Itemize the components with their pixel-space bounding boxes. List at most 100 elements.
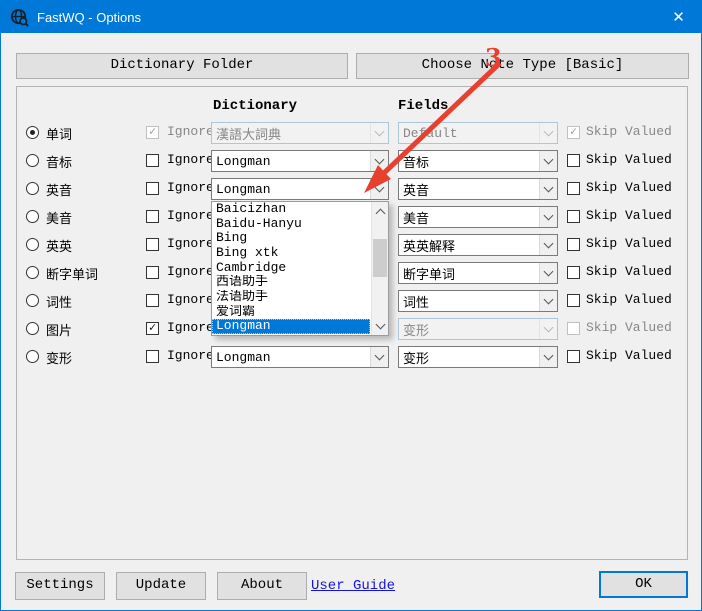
field-combobox[interactable]: 断字单词 <box>398 262 558 284</box>
dropdown-item[interactable]: 西语助手 <box>212 275 370 290</box>
scroll-up-icon[interactable] <box>372 203 388 219</box>
skip-valued-checkbox[interactable] <box>567 238 580 251</box>
skip-valued-checkbox <box>567 322 580 335</box>
window-title: FastWQ - Options <box>37 10 656 25</box>
scrollbar-thumb[interactable] <box>373 239 387 277</box>
dictionary-column-header: Dictionary <box>213 98 297 114</box>
ignore-checkbox[interactable] <box>146 210 159 223</box>
field-combobox[interactable]: 美音 <box>398 206 558 228</box>
dropdown-item-selected[interactable]: Longman <box>212 319 370 334</box>
skip-valued-checkbox[interactable] <box>567 350 580 363</box>
chevron-down-icon <box>370 179 388 199</box>
combo-value: 变形 <box>399 348 539 367</box>
radio-us-audio[interactable] <box>26 210 39 223</box>
field-combobox: 变形 <box>398 318 558 340</box>
skip-valued-label: Skip Valued <box>586 320 672 335</box>
row-label: 英音 <box>46 180 72 199</box>
chevron-down-icon <box>539 207 557 227</box>
skip-valued-checkbox[interactable] <box>567 154 580 167</box>
ignore-checkbox[interactable] <box>146 266 159 279</box>
about-button[interactable]: About <box>217 572 307 600</box>
ignore-label: Ignore <box>167 348 214 363</box>
choose-note-type-button[interactable]: Choose Note Type [Basic] <box>356 53 689 79</box>
field-combobox[interactable]: 英音 <box>398 178 558 200</box>
dropdown-item[interactable]: 法语助手 <box>212 290 370 305</box>
dictionary-combobox[interactable]: Longman <box>211 346 389 368</box>
ignore-label: Ignore <box>167 292 214 307</box>
chevron-down-icon <box>370 151 388 171</box>
chevron-down-icon <box>539 123 557 143</box>
row-label: 美音 <box>46 208 72 227</box>
combo-value: 断字单词 <box>399 264 539 283</box>
chevron-down-icon <box>370 347 388 367</box>
ok-button[interactable]: OK <box>599 571 688 598</box>
title-bar: FastWQ - Options ✕ <box>1 1 701 33</box>
combo-value: 音标 <box>399 152 539 171</box>
radio-image[interactable] <box>26 322 39 335</box>
chevron-down-icon <box>539 347 557 367</box>
radio-en-en[interactable] <box>26 238 39 251</box>
skip-valued-label: Skip Valued <box>586 152 672 167</box>
radio-inflection[interactable] <box>26 350 39 363</box>
skip-valued-checkbox[interactable] <box>567 210 580 223</box>
field-combobox: Default <box>398 122 558 144</box>
scroll-down-icon[interactable] <box>372 318 388 334</box>
chevron-down-icon <box>539 151 557 171</box>
chevron-down-icon <box>539 235 557 255</box>
skip-valued-checkbox[interactable] <box>567 294 580 307</box>
ignore-checkbox[interactable]: ✓ <box>146 322 159 335</box>
ignore-checkbox[interactable] <box>146 182 159 195</box>
radio-word[interactable] <box>26 126 39 139</box>
dropdown-item[interactable]: Bing xtk <box>212 246 370 261</box>
dropdown-item[interactable]: Cambridge <box>212 261 370 276</box>
options-dialog: FastWQ - Options ✕ Dictionary Folder Cho… <box>0 0 702 611</box>
combo-value: Default <box>399 126 539 141</box>
dictionary-combobox-open[interactable]: Longman <box>211 178 389 200</box>
ignore-checkbox[interactable] <box>146 238 159 251</box>
combo-value: 英英解释 <box>399 236 539 255</box>
update-button[interactable]: Update <box>116 572 206 600</box>
table-row: 英音 Ignore Longman 英音 Skip Valued <box>1 175 702 203</box>
chevron-down-icon <box>539 291 557 311</box>
radio-phonetic[interactable] <box>26 154 39 167</box>
chevron-down-icon <box>539 319 557 339</box>
dictionary-combobox[interactable]: Longman <box>211 150 389 172</box>
combo-value: Longman <box>212 154 370 169</box>
dropdown-item[interactable]: Bing <box>212 231 370 246</box>
ignore-label: Ignore <box>167 124 214 139</box>
radio-uk-audio[interactable] <box>26 182 39 195</box>
ignore-checkbox[interactable] <box>146 294 159 307</box>
field-combobox[interactable]: 音标 <box>398 150 558 172</box>
skip-valued-checkbox[interactable] <box>567 182 580 195</box>
combo-value: Longman <box>212 350 370 365</box>
row-label: 变形 <box>46 348 72 367</box>
row-label: 断字单词 <box>46 264 98 283</box>
field-combobox[interactable]: 词性 <box>398 290 558 312</box>
dropdown-scrollbar[interactable] <box>371 202 388 335</box>
combo-value: 美音 <box>399 208 539 227</box>
dropdown-item[interactable]: Baicizhan <box>212 202 370 217</box>
settings-button[interactable]: Settings <box>15 572 105 600</box>
combo-value: Longman <box>212 182 370 197</box>
dropdown-item[interactable]: Baidu-Hanyu <box>212 217 370 232</box>
fastwq-globe-icon <box>10 8 29 27</box>
ignore-checkbox[interactable] <box>146 350 159 363</box>
dictionary-folder-button[interactable]: Dictionary Folder <box>16 53 348 79</box>
combo-value: 英音 <box>399 180 539 199</box>
ignore-checkbox: ✓ <box>146 126 159 139</box>
user-guide-link[interactable]: User Guide <box>311 578 395 594</box>
table-row: 单词 ✓ Ignore 漢語大詞典 Default ✓ Skip Valued <box>1 119 702 147</box>
ignore-checkbox[interactable] <box>146 154 159 167</box>
ignore-label: Ignore <box>167 320 214 335</box>
field-combobox[interactable]: 英英解释 <box>398 234 558 256</box>
radio-part-of-speech[interactable] <box>26 294 39 307</box>
dictionary-combobox: 漢語大詞典 <box>211 122 389 144</box>
ignore-label: Ignore <box>167 208 214 223</box>
annotation-step-number: 3 <box>485 43 502 72</box>
dropdown-item[interactable]: 爱词霸 <box>212 305 370 320</box>
field-combobox[interactable]: 变形 <box>398 346 558 368</box>
skip-valued-checkbox[interactable] <box>567 266 580 279</box>
row-label: 英英 <box>46 236 72 255</box>
radio-hyphen-word[interactable] <box>26 266 39 279</box>
close-button[interactable]: ✕ <box>656 1 701 33</box>
